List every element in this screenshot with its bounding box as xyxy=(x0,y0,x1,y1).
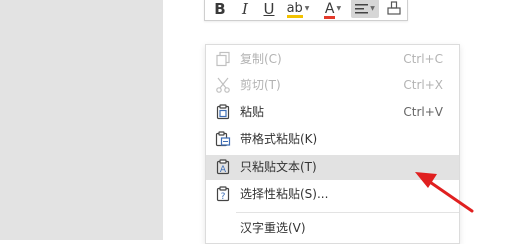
annotation-arrow xyxy=(415,172,474,213)
